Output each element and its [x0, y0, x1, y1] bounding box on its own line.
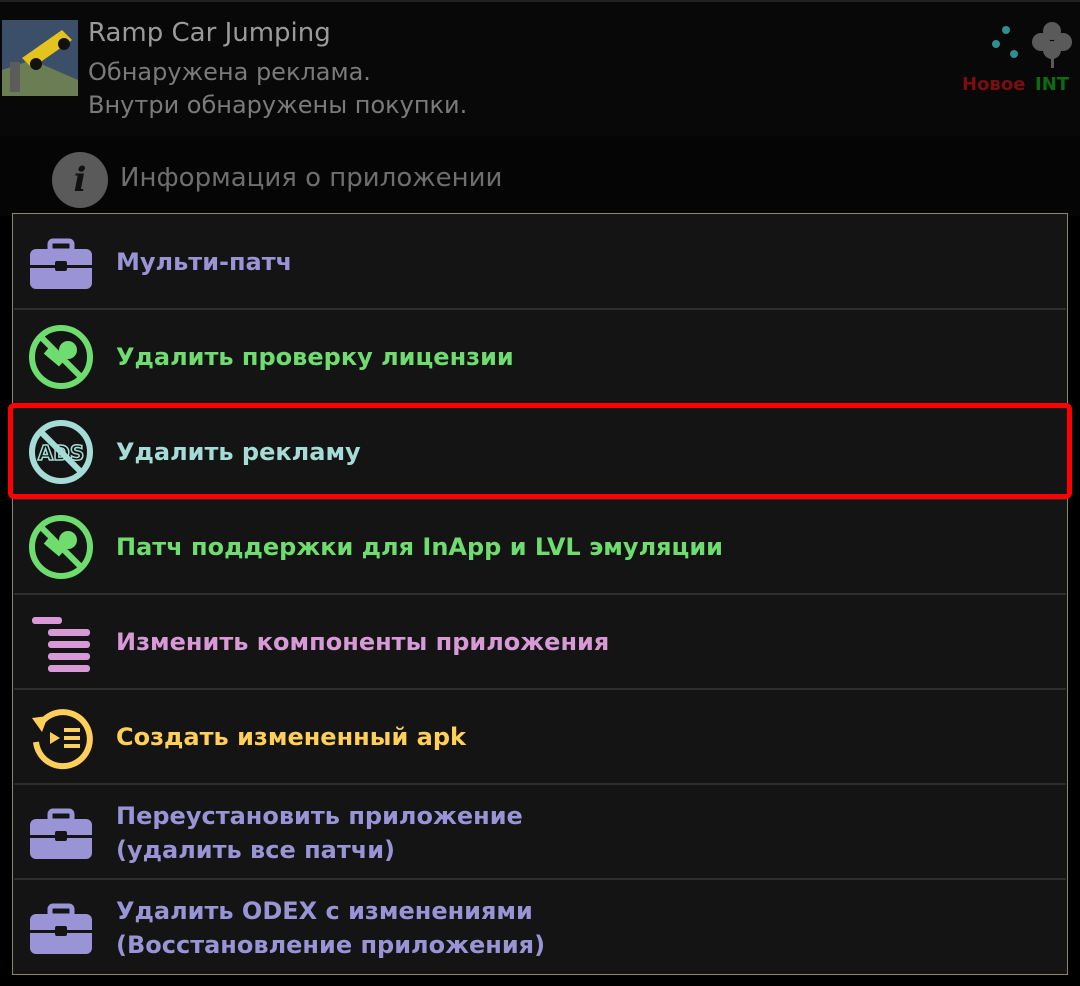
selection-highlight	[8, 403, 1072, 499]
rebuild-icon	[32, 709, 93, 770]
menu-item-inapp-lvl-patch[interactable]: Патч поддержки для InApp и LVL эмуляции	[14, 500, 1066, 595]
menu-label: Удалить ODEX с изменениями (Восстановлен…	[116, 894, 545, 962]
menu-label: Создать измененный apk	[116, 723, 466, 751]
menu-label: Изменить компоненты приложения	[116, 628, 610, 656]
menu-item-remove-odex[interactable]: Удалить ODEX с изменениями (Восстановлен…	[14, 880, 1066, 975]
badge-int: INT	[1035, 74, 1070, 95]
menu-label: Переустановить приложение (удалить все п…	[116, 799, 523, 867]
badge-new: Новое	[962, 74, 1026, 95]
menu-label: Мульти-патч	[116, 248, 293, 276]
menu-label-line2: (Восстановление приложения)	[116, 931, 546, 959]
menu-label-line2: (удалить все патчи)	[116, 836, 396, 864]
toolbox-icon	[30, 903, 92, 954]
menu-item-create-apk[interactable]: Создать измененный apk	[14, 690, 1066, 785]
app-list-item[interactable]: Ramp Car Jumping Обнаружена реклама. Вну…	[0, 0, 1080, 138]
components-list-icon	[32, 617, 90, 672]
menu-item-multipatch[interactable]: Мульти-патч	[14, 215, 1066, 310]
menu-label-line1: Удалить ODEX с изменениями	[116, 897, 533, 925]
toolbox-icon	[30, 238, 92, 289]
menu-label: Удалить проверку лицензии	[116, 343, 514, 371]
no-key-icon	[29, 325, 93, 389]
menu-item-remove-license-check[interactable]: Удалить проверку лицензии	[14, 310, 1066, 405]
toolbox-icon	[30, 808, 92, 859]
app-status-ads: Обнаружена реклама.	[88, 58, 371, 86]
app-name: Ramp Car Jumping	[88, 18, 331, 48]
menu-label: Патч поддержки для InApp и LVL эмуляции	[116, 533, 723, 561]
app-info-label: Информация о приложении	[120, 163, 503, 193]
menu-label-line1: Переустановить приложение	[116, 802, 523, 830]
menu-item-change-components[interactable]: Изменить компоненты приложения	[14, 595, 1066, 690]
no-key-icon	[29, 515, 93, 579]
app-status-purchases: Внутри обнаружены покупки.	[88, 91, 468, 119]
info-icon: i	[52, 152, 108, 208]
clover-icon	[1032, 22, 1072, 68]
app-thumbnail	[2, 20, 78, 96]
dots-icon	[992, 26, 1018, 58]
menu-item-reinstall[interactable]: Переустановить приложение (удалить все п…	[14, 785, 1066, 880]
